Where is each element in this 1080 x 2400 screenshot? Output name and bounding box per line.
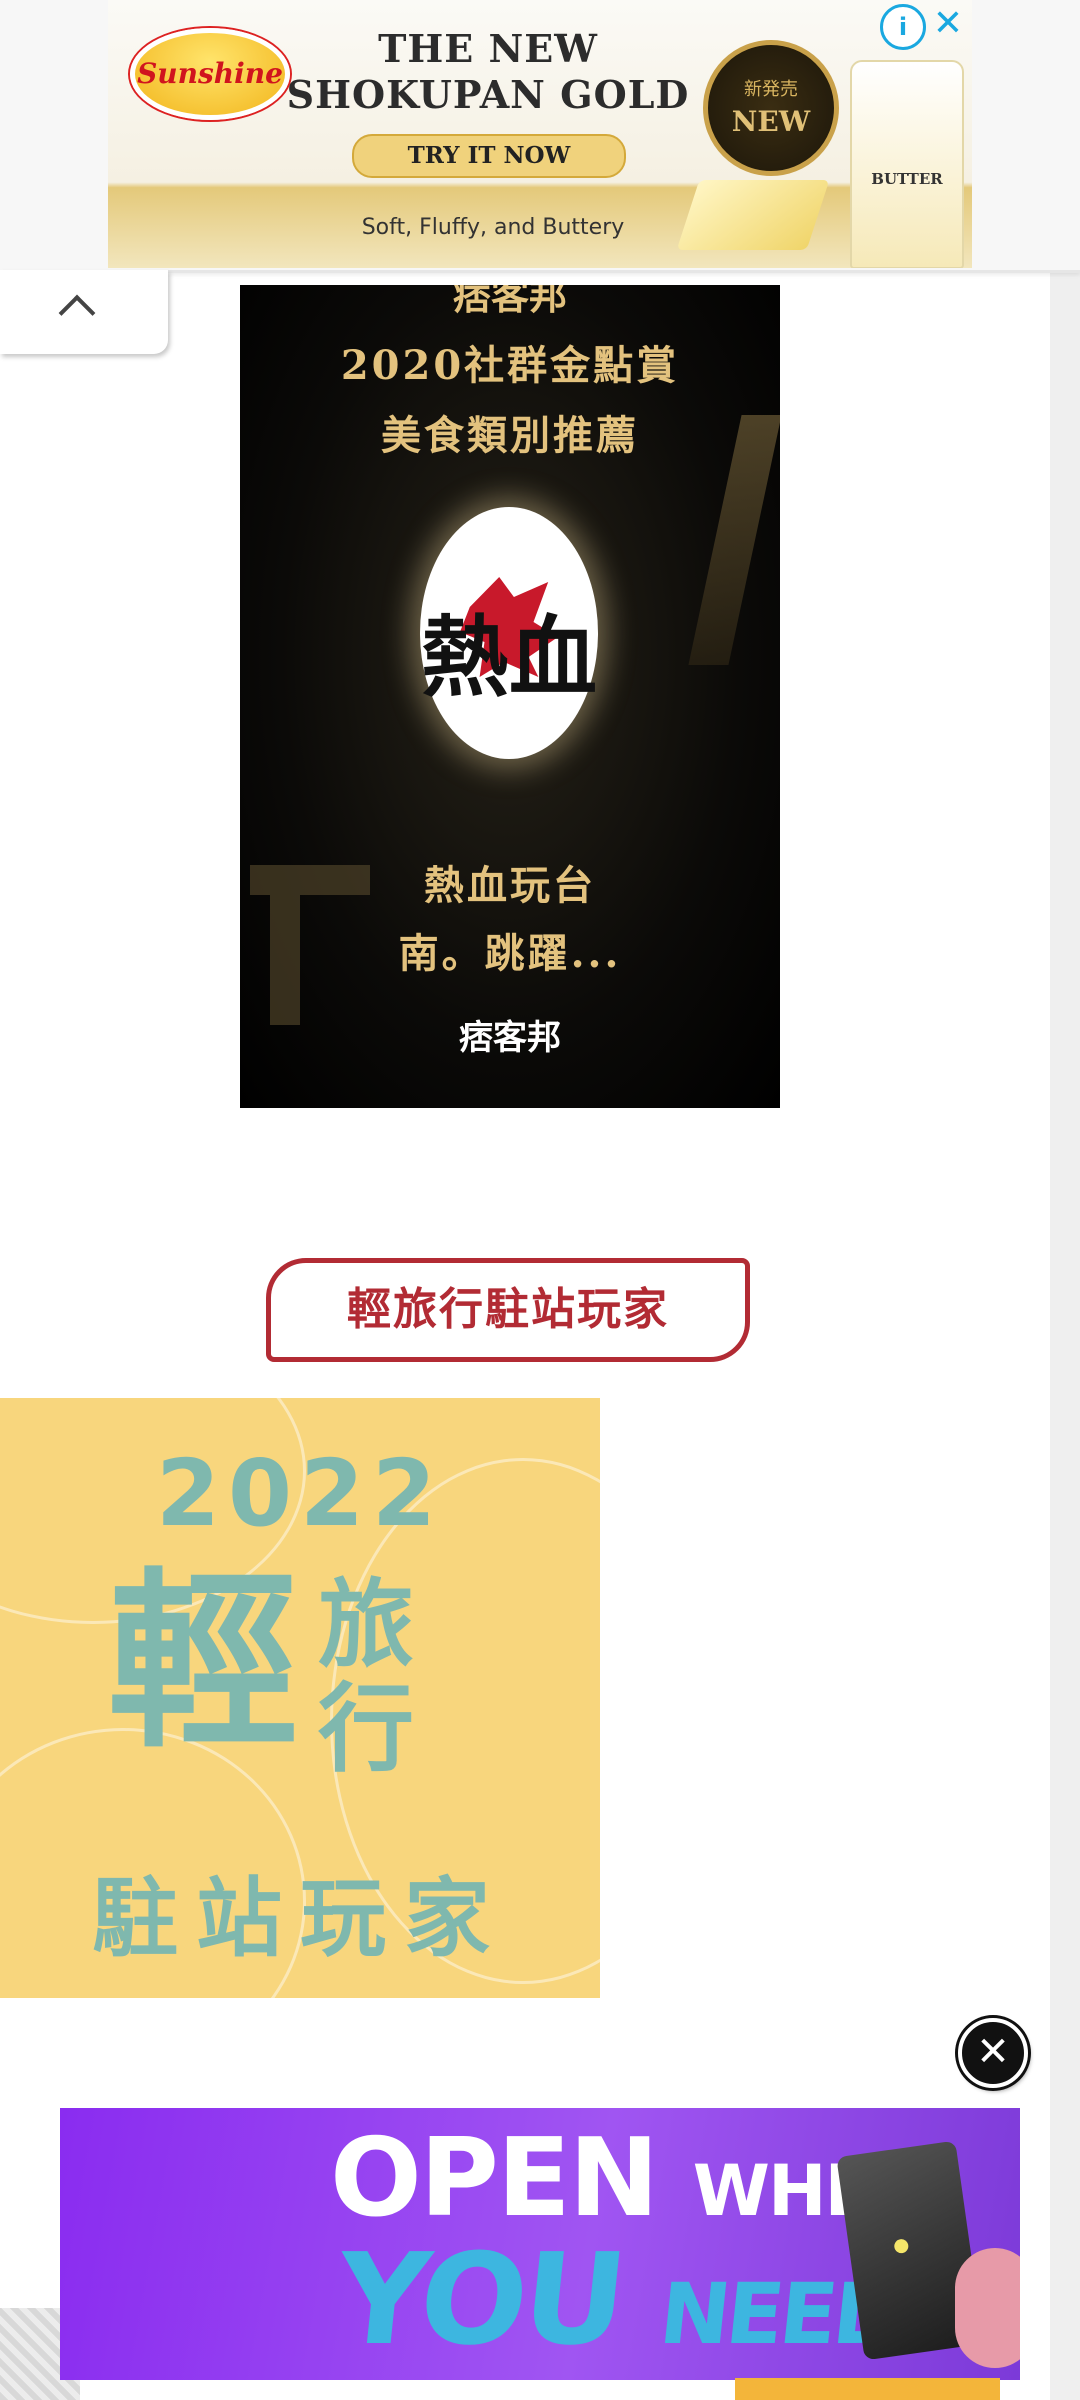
- award-top-text: 痞客邦: [452, 285, 567, 318]
- banner-big-char: 輕: [108, 1552, 299, 1773]
- ad-headline: THE NEW SHOKUPAN GOLD: [286, 26, 690, 117]
- blog-name-line1: 熱血玩台: [424, 862, 596, 909]
- calligraphy-text: 熱血: [420, 605, 597, 709]
- award-title: 2020社群金點賞: [340, 342, 680, 389]
- try-it-now-button[interactable]: TRY IT NOW: [352, 134, 626, 178]
- collapse-ad-button[interactable]: [0, 270, 168, 354]
- award-category: 美食類別推薦: [381, 412, 639, 459]
- new-badge: 新発売 NEW: [703, 40, 839, 176]
- close-icon[interactable]: ✕: [958, 2018, 1028, 2088]
- bottom-ad-banner[interactable]: OPEN WHEN YOU NEED US: [60, 2108, 1020, 2380]
- ad-close-icon[interactable]: ✕: [928, 2, 968, 46]
- light-travel-banner[interactable]: 2022 輕 旅 行 駐站玩家: [0, 1398, 600, 1998]
- section-title: 輕旅行駐站玩家: [266, 1258, 750, 1362]
- ad-info-icon[interactable]: i: [880, 4, 926, 50]
- banner-year: 2022: [155, 1440, 445, 1547]
- page-image-peek: [735, 2378, 1000, 2400]
- pixnet-logo: 痞客邦: [459, 1018, 561, 1058]
- chevron-up-icon: [58, 294, 96, 332]
- banner-stack-chars: 旅 行: [318, 1569, 414, 1785]
- bread-bag-image: BUTTER: [850, 60, 964, 268]
- right-rail: [1050, 270, 1080, 2400]
- top-ad-banner[interactable]: Sunshine THE NEW SHOKUPAN GOLD TRY IT NO…: [108, 0, 972, 268]
- ad-tagline: Soft, Fluffy, and Buttery: [361, 215, 625, 240]
- banner-subtitle: 駐站玩家: [92, 1869, 508, 1969]
- sunshine-logo: Sunshine: [130, 28, 290, 120]
- hand-image: [955, 2248, 1020, 2368]
- blog-name-line2: 南。跳躍...: [398, 930, 622, 977]
- top-ad-bar: Sunshine THE NEW SHOKUPAN GOLD TRY IT NO…: [0, 0, 1080, 273]
- calligraphy-emblem: 熱血: [420, 507, 598, 759]
- award-badge-image[interactable]: 痞客邦 2020社群金點賞 美食類別推薦 熱血 熱血玩台 南。跳躍... 痞客邦: [240, 285, 780, 1108]
- butter-image: [676, 180, 830, 250]
- ad-line-1: OPEN WHEN: [330, 2116, 929, 2241]
- indicator-light: [893, 2238, 910, 2255]
